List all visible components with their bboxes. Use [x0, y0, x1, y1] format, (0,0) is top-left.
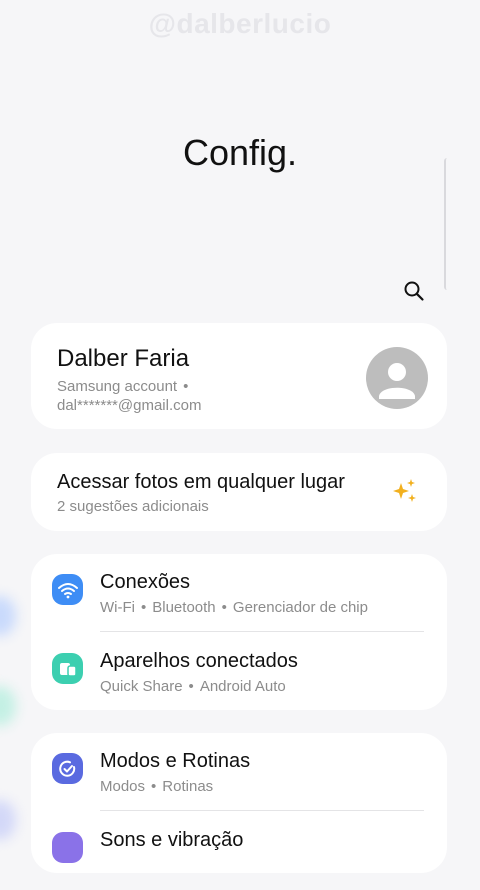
subtitle-part: Quick Share	[100, 678, 183, 695]
subtitle-part: Wi-Fi	[100, 599, 135, 616]
subtitle-part: Gerenciador de chip	[232, 599, 368, 616]
scroll-indicator[interactable]	[444, 158, 450, 290]
divider	[100, 810, 424, 811]
account-name: Dalber Faria	[57, 345, 190, 372]
suggestion-subtitle: 2 sugestões adicionais	[57, 498, 209, 515]
subtitle-part: Modos	[100, 778, 146, 795]
sound-icon	[52, 832, 83, 863]
separator-dot: •	[140, 599, 147, 616]
settings-item-title: Sons e vibração	[100, 829, 244, 851]
wifi-icon	[52, 574, 83, 605]
avatar-person-icon	[379, 363, 415, 399]
page-title: Config.	[182, 132, 298, 173]
search-button[interactable]	[400, 277, 428, 305]
account-email: dal*******@gmail.com	[57, 397, 202, 414]
separator-dot: •	[221, 599, 227, 616]
modes-icon	[52, 753, 83, 784]
settings-item-aparelhos[interactable]: Aparelhos conectados Quick Share • Android…	[31, 633, 447, 711]
settings-item-subtitle: Wi-Fi • Bluetooth • Gerenciador de chip	[100, 599, 368, 616]
separator-dot: •	[151, 778, 157, 795]
settings-item-sons[interactable]: Sons e vibração	[31, 812, 447, 890]
suggestion-card[interactable]: Acessar fotos em qualquer lugar 2 sugest…	[31, 453, 447, 531]
sparkle-icon	[393, 479, 416, 502]
settings-item-subtitle: Quick Share • Android Auto	[100, 678, 286, 695]
account-service: Samsung account	[57, 378, 178, 395]
account-subtitle: Samsung account • dal*******@gmail.com	[57, 377, 337, 415]
divider	[100, 631, 424, 632]
subtitle-part: Bluetooth	[152, 599, 216, 616]
subtitle-part: Android Auto	[199, 678, 286, 695]
settings-item-title: Conexões	[100, 571, 191, 593]
separator-dot: •	[183, 378, 189, 395]
background-blob	[0, 800, 16, 840]
settings-item-conexoes[interactable]: Conexões Wi-Fi • Bluetooth • Gerenciador de …	[31, 554, 447, 632]
suggestion-title: Acessar fotos em qualquer lugar	[57, 471, 345, 493]
subtitle-part: Rotinas	[162, 778, 214, 795]
background-blob	[0, 686, 16, 726]
settings-item-title: Modos e Rotinas	[100, 750, 251, 772]
background-blob	[0, 596, 16, 636]
devices-icon	[52, 653, 83, 684]
avatar	[366, 347, 428, 409]
search-icon	[404, 281, 424, 301]
settings-item-subtitle: Modos • Rotinas	[100, 778, 213, 795]
settings-item-modos[interactable]: Modos e Rotinas Modos • Rotinas	[31, 733, 447, 811]
settings-group-connectivity: Conexões Wi-Fi • Bluetooth • Gerenciador de …	[31, 554, 447, 710]
settings-group-modes: Modos e Rotinas Modos • Rotinas Sons e vib…	[31, 733, 447, 873]
settings-item-title: Aparelhos conectados	[100, 650, 298, 672]
watermark: @dalberlucio	[148, 8, 332, 39]
account-card[interactable]: Dalber Faria Samsung account • dal*******@…	[31, 323, 447, 429]
separator-dot: •	[188, 678, 194, 695]
